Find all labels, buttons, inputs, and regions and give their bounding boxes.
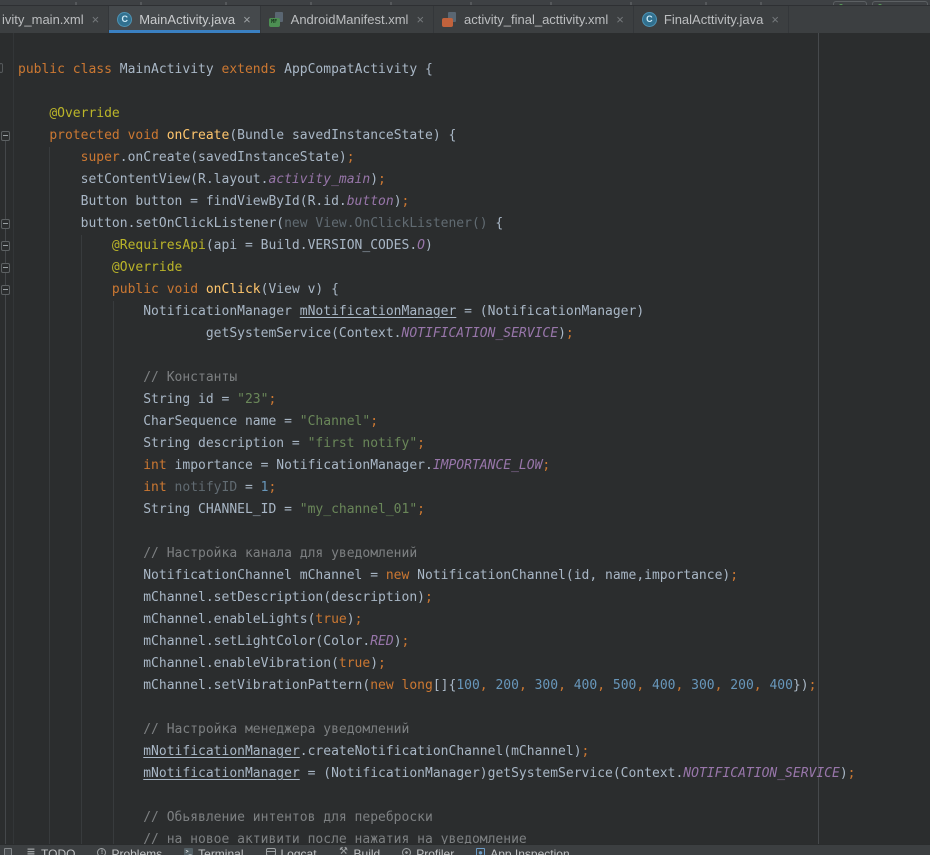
- code-line: mNotificationManager = (NotificationMana…: [18, 763, 930, 785]
- code-line: String id = "23";: [18, 389, 930, 411]
- todo-icon: ≡: [26, 847, 36, 855]
- tab-ivity-main-xml[interactable]: ivity_main.xml ×: [0, 6, 109, 33]
- fold-collapse-icon[interactable]: [1, 285, 10, 295]
- tab-label: AndroidManifest.xml: [291, 12, 409, 27]
- fold-region-line: [5, 131, 6, 844]
- code-line: super.onCreate(savedInstanceState);: [18, 147, 930, 169]
- toolwindow-logcat[interactable]: Logcat: [266, 847, 317, 855]
- code-line: button.setOnClickListener(new View.OnCli…: [18, 213, 930, 235]
- toolwindow-problems[interactable]: ! Problems: [97, 847, 162, 855]
- close-icon[interactable]: ×: [771, 15, 779, 25]
- toolwindow-terminal[interactable]: >_ Terminal: [184, 847, 243, 855]
- toolwindow-profiler[interactable]: Profiler: [402, 847, 454, 855]
- code-line: NotificationChannel mChannel = new Notif…: [18, 565, 930, 587]
- code-line: @Override: [18, 257, 930, 279]
- close-icon[interactable]: ×: [616, 15, 624, 25]
- tab-bar: ivity_main.xml × C MainActivity.java × MF Andr…: [0, 6, 930, 33]
- toolwindow-build[interactable]: ⚒ Build: [339, 847, 381, 855]
- toolwindow-todo[interactable]: ≡ TODO: [26, 847, 75, 855]
- code-line: CharSequence name = "Channel";: [18, 411, 930, 433]
- toolwindow-label: Terminal: [198, 847, 243, 855]
- code-line: mChannel.setLightColor(Color.RED);: [18, 631, 930, 653]
- close-icon[interactable]: ×: [416, 15, 424, 25]
- code-line: int notifyID = 1;: [18, 477, 930, 499]
- code-line: NotificationManager mNotificationManager…: [18, 301, 930, 323]
- tab-activity-final-acttivity-xml[interactable]: activity_final_acttivity.xml ×: [434, 6, 634, 33]
- tab-label: ivity_main.xml: [2, 12, 84, 27]
- code-line: public void onClick(View v) {: [18, 279, 930, 301]
- class-file-icon: C: [117, 12, 132, 27]
- code-line: [18, 697, 930, 719]
- toolwindow-label: App Inspection: [490, 847, 569, 855]
- toolwindow-label: Profiler: [416, 847, 454, 855]
- problems-icon: !: [97, 848, 106, 855]
- code-line: int importance = NotificationManager.IMP…: [18, 455, 930, 477]
- toolwindow-label: Logcat: [281, 847, 317, 855]
- code-line: [18, 81, 930, 103]
- toolwindow-label: Build: [354, 847, 381, 855]
- window-corner-icon[interactable]: [4, 848, 12, 855]
- code-line: public class MainActivity extends AppCom…: [18, 59, 930, 81]
- ide-window: ivity_main.xml × C MainActivity.java × MF Andr…: [0, 0, 930, 855]
- code-line: setContentView(R.layout.activity_main);: [18, 169, 930, 191]
- fold-marker[interactable]: [0, 63, 3, 73]
- build-icon: ⚒: [339, 847, 349, 855]
- terminal-icon: >_: [184, 848, 193, 855]
- code-line: mChannel.enableVibration(true);: [18, 653, 930, 675]
- app-inspection-icon: [476, 848, 485, 855]
- toolwindow-label: TODO: [41, 847, 75, 855]
- code-line: [18, 345, 930, 367]
- manifest-file-icon: MF: [269, 12, 284, 27]
- code-line: String description = "first notify";: [18, 433, 930, 455]
- tab-label: activity_final_acttivity.xml: [464, 12, 608, 27]
- code-line: @Override: [18, 103, 930, 125]
- tool-window-bar: ≡ TODO! Problems >_ Terminal Logcat ⚒ Build Prof…: [0, 844, 930, 855]
- class-file-icon: C: [642, 12, 657, 27]
- logcat-icon: [266, 848, 276, 855]
- code-line: mChannel.setDescription(description);: [18, 587, 930, 609]
- tab-label: FinalActtivity.java: [664, 12, 763, 27]
- code-line: // Настройка менеджера уведомлений: [18, 719, 930, 741]
- tab-androidmanifest-xml[interactable]: MF AndroidManifest.xml ×: [261, 6, 434, 33]
- fold-collapse-icon[interactable]: [1, 241, 10, 251]
- toolwindow-label: Problems: [111, 847, 162, 855]
- profiler-icon: [402, 848, 411, 855]
- code-line: Button button = findViewById(R.id.button…: [18, 191, 930, 213]
- tab-label: MainActivity.java: [139, 12, 235, 27]
- code-line: // на новое активити после нажатия на ув…: [18, 829, 930, 844]
- code-line: mChannel.setVibrationPattern(new long[]{…: [18, 675, 930, 697]
- code-line: // Настройка канала для уведомлений: [18, 543, 930, 565]
- toolwindow-app-inspection[interactable]: App Inspection: [476, 847, 569, 855]
- layout-file-icon: [442, 12, 457, 27]
- code-line: [18, 785, 930, 807]
- code-line: [18, 521, 930, 543]
- code-line: mNotificationManager.createNotificationC…: [18, 741, 930, 763]
- code-line: getSystemService(Context.NOTIFICATION_SE…: [18, 323, 930, 345]
- code-line: String CHANNEL_ID = "my_channel_01";: [18, 499, 930, 521]
- code-line: protected void onCreate(Bundle savedInst…: [18, 125, 930, 147]
- code-lines: public class MainActivity extends AppCom…: [14, 33, 930, 844]
- code-line: // Константы: [18, 367, 930, 389]
- tab-finalacttivity-java[interactable]: C FinalActtivity.java ×: [634, 6, 789, 33]
- fold-collapse-icon[interactable]: [1, 219, 10, 229]
- fold-expand-icon[interactable]: [1, 263, 10, 273]
- code-line: @RequiresApi(api = Build.VERSION_CODES.O…: [18, 235, 930, 257]
- close-icon[interactable]: ×: [92, 15, 100, 25]
- fold-collapse-icon[interactable]: [1, 131, 10, 141]
- code-line: // Обьявление интентов для переброски: [18, 807, 930, 829]
- code-line: mChannel.enableLights(true);: [18, 609, 930, 631]
- tab-mainactivity-java[interactable]: C MainActivity.java ×: [109, 6, 260, 33]
- close-icon[interactable]: ×: [243, 15, 251, 25]
- editor-area[interactable]: public class MainActivity extends AppCom…: [0, 33, 930, 844]
